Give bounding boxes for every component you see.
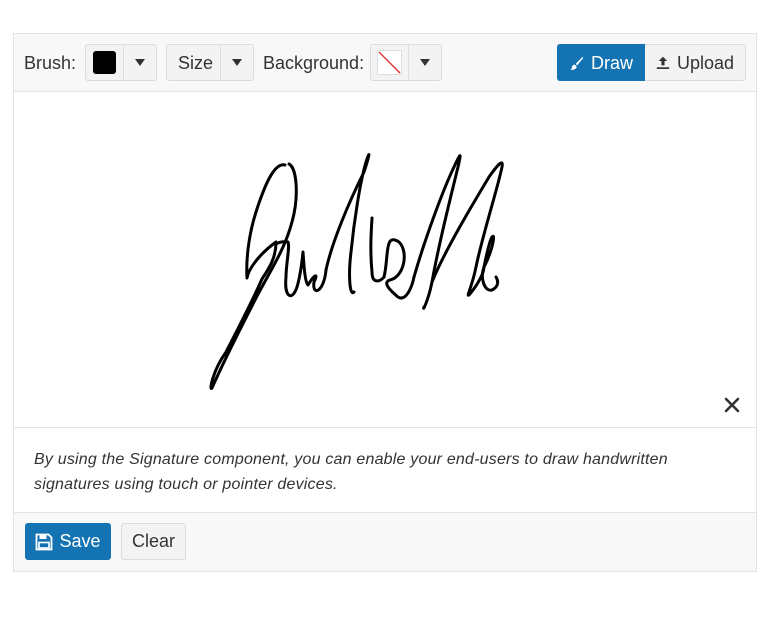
size-value: Size bbox=[178, 53, 214, 73]
upload-button[interactable]: Upload bbox=[645, 44, 746, 81]
clear-label: Clear bbox=[131, 531, 175, 551]
brush-label: Brush: bbox=[24, 53, 77, 73]
brush-color-swatch bbox=[93, 51, 116, 74]
signature-toolbar: Brush: Size Background: Draw Upload bbox=[14, 34, 756, 92]
draw-label: Draw bbox=[590, 52, 633, 73]
signature-description: By using the Signature component, you ca… bbox=[14, 429, 756, 513]
save-icon bbox=[36, 533, 53, 550]
signature-drawing bbox=[209, 153, 504, 390]
background-color-picker[interactable] bbox=[370, 44, 442, 81]
chevron-down-icon[interactable] bbox=[220, 45, 253, 80]
size-dropdown[interactable]: Size bbox=[166, 44, 254, 81]
draw-button[interactable]: Draw bbox=[557, 44, 645, 81]
save-button[interactable]: Save bbox=[25, 523, 111, 560]
brush-color-picker[interactable] bbox=[85, 44, 157, 81]
signature-footer: Save Clear bbox=[14, 513, 756, 571]
background-label: Background: bbox=[263, 53, 365, 73]
upload-icon bbox=[656, 56, 670, 69]
clear-button[interactable]: Clear bbox=[121, 523, 186, 560]
brush-icon bbox=[570, 56, 584, 70]
upload-label: Upload bbox=[676, 52, 734, 73]
close-icon[interactable] bbox=[724, 397, 740, 413]
save-label: Save bbox=[59, 531, 101, 551]
chevron-down-icon[interactable] bbox=[408, 45, 441, 80]
mode-toggle: Draw Upload bbox=[557, 44, 746, 81]
chevron-down-icon[interactable] bbox=[123, 45, 156, 80]
no-color-icon bbox=[377, 50, 402, 75]
signature-canvas[interactable] bbox=[14, 92, 756, 428]
signature-panel: Brush: Size Background: Draw Upload By u… bbox=[13, 33, 757, 572]
